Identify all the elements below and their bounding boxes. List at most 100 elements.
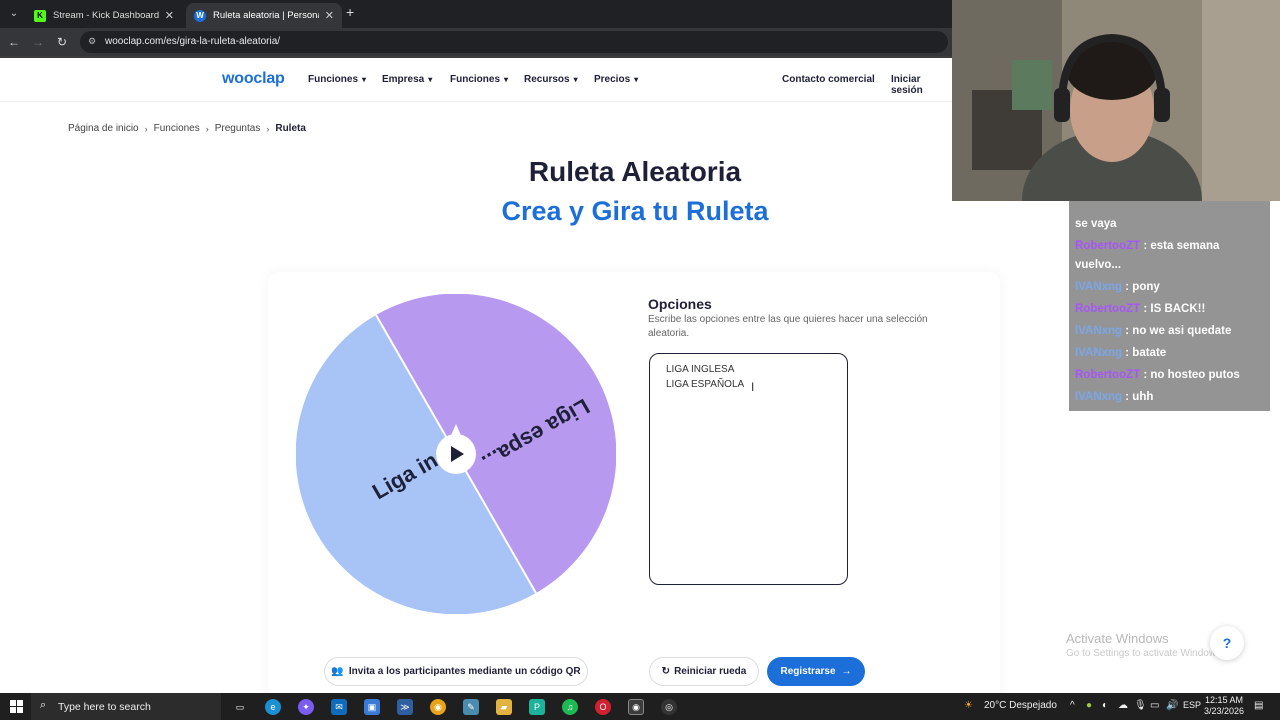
chat-text: : no hosteo putos [1143, 369, 1240, 381]
tab-title: Ruleta aleatoria | Personaliza y g [213, 10, 319, 21]
copilot-icon[interactable]: ✦ [298, 699, 314, 715]
chat-text: : pony [1125, 281, 1160, 293]
chat-username: IVANxng [1075, 391, 1123, 403]
forward-icon[interactable]: → [30, 34, 46, 50]
nav-label: Recursos [524, 74, 570, 85]
chat-username: IVANxng [1075, 325, 1123, 337]
webcam-feed [952, 0, 1280, 201]
language-indicator[interactable]: ESP [1183, 700, 1201, 710]
breadcrumb-current: Ruleta [275, 123, 306, 134]
taskbar-search-input[interactable]: ⌕ Type here to search [31, 693, 221, 720]
options-textarea[interactable]: LIGA INGLESA LIGA ESPAÑOLA [649, 353, 848, 585]
button-label: Registrarse [780, 666, 836, 677]
url-input[interactable]: ⚙ wooclap.com/es/gira-la-ruleta-aleatori… [80, 31, 948, 53]
nav-recursos[interactable]: Recursos ▾ [524, 74, 578, 85]
volume-icon[interactable]: 🔊 [1166, 700, 1178, 711]
stream-chat-overlay: se vaya RobertooZT : esta semana vuelvo.… [1069, 201, 1270, 411]
chat-text: : no we asi quedate [1125, 325, 1232, 337]
taskbar-clock[interactable]: 12:15 AM 3/23/2026 [1204, 695, 1244, 717]
chat-username: RobertooZT [1075, 303, 1141, 315]
wooclap-logo[interactable]: wooclap [222, 70, 285, 88]
weather-text[interactable]: 20°C Despejado [984, 700, 1057, 711]
button-label: Invita a los participantes mediante un c… [348, 666, 581, 677]
reload-icon[interactable]: ↻ [54, 34, 70, 50]
nav-label: Precios [594, 74, 631, 85]
nav-precios[interactable]: Precios ▾ [594, 74, 638, 85]
edge-icon[interactable]: e [265, 699, 281, 715]
tray-chevron-icon[interactable]: ^ [1070, 700, 1075, 711]
tray-app-icon[interactable]: ● [1086, 700, 1092, 711]
tab-kick-dashboard[interactable]: K Stream - Kick Dashboard ✕ [26, 3, 182, 28]
tab-close-icon[interactable]: ✕ [165, 9, 174, 22]
new-tab-icon[interactable]: + [346, 4, 354, 20]
opera-icon[interactable]: O [595, 699, 611, 715]
chevron-down-icon: ▾ [573, 75, 578, 84]
app-icon[interactable]: P [529, 699, 545, 715]
nav-funciones-2[interactable]: Funciones ▾ [450, 74, 508, 85]
register-button[interactable]: Registrarse → [767, 657, 865, 686]
search-icon: ⌕ [40, 699, 47, 711]
clock-date: 3/23/2026 [1204, 706, 1245, 716]
vscode-icon[interactable]: ≫ [397, 699, 413, 715]
chevron-right-icon: › [205, 123, 209, 134]
chat-text: : batate [1125, 347, 1167, 359]
network-icon[interactable]: ▭ [1150, 700, 1159, 711]
option-line: LIGA ESPAÑOLA [666, 379, 745, 390]
help-button[interactable]: ? [1210, 626, 1244, 660]
chat-username: RobertooZT [1075, 240, 1141, 252]
windows-start-icon[interactable] [10, 700, 23, 713]
chevron-down-icon: ▾ [362, 75, 367, 84]
notepad-icon[interactable]: ✎ [463, 699, 479, 715]
contact-sales-link[interactable]: Contacto comercial [782, 74, 875, 85]
breadcrumb-home[interactable]: Página de inicio [68, 123, 139, 134]
site-info-icon[interactable]: ⚙ [88, 36, 100, 48]
breadcrumb-funciones[interactable]: Funciones [154, 123, 200, 134]
chat-message: IVANxng : pony [1075, 278, 1264, 297]
chat-message: RobertooZT : no hosteo putos [1075, 366, 1264, 385]
tab-title: Stream - Kick Dashboard [53, 10, 159, 21]
chat-message: se vaya [1075, 215, 1264, 234]
back-icon[interactable]: ← [6, 34, 22, 50]
chrome-icon[interactable]: ◉ [430, 699, 446, 715]
options-description: Escribe las opciones entre las que quier… [648, 314, 928, 339]
store-icon[interactable]: ▣ [364, 699, 380, 715]
chevron-down-icon: ▾ [504, 75, 509, 84]
chevron-right-icon: › [266, 123, 270, 134]
chat-text: se vaya [1075, 218, 1117, 230]
login-link[interactable]: Iniciar sesión [891, 74, 952, 96]
notifications-icon[interactable]: ▤ [1254, 700, 1263, 711]
mail-icon[interactable]: ✉ [331, 699, 347, 715]
obs-icon[interactable]: ◎ [661, 699, 677, 715]
spotify-icon[interactable]: ♫ [562, 699, 578, 715]
chrome-active-icon[interactable]: ◉ [628, 699, 644, 715]
tray-app-icon[interactable]: ◐ [1102, 700, 1108, 711]
chat-message: IVANxng : batate [1075, 344, 1264, 363]
tab-ruleta[interactable]: W Ruleta aleatoria | Personaliza y g ✕ [186, 3, 342, 28]
activate-windows-subtitle: Go to Settings to activate Windows. [1066, 648, 1224, 659]
text-cursor-icon: I [751, 380, 755, 394]
tab-search-chevron-icon[interactable]: ⌄ [4, 4, 24, 24]
option-line: LIGA INGLESA [666, 364, 735, 375]
file-explorer-icon[interactable]: ▰ [496, 699, 512, 715]
search-placeholder: Type here to search [58, 701, 151, 713]
nav-funciones[interactable]: Funciones ▾ [308, 74, 366, 85]
chat-text: : IS BACK!! [1143, 303, 1206, 315]
reset-wheel-button[interactable]: ↻ Reiniciar rueda [649, 657, 759, 686]
kick-favicon-icon: K [34, 9, 46, 22]
breadcrumb-preguntas[interactable]: Preguntas [215, 123, 261, 134]
nav-label: Funciones [450, 74, 501, 85]
nav-label: Funciones [308, 74, 359, 85]
nav-label: Empresa [382, 74, 425, 85]
chat-text: : uhh [1125, 391, 1154, 403]
users-icon: 👥 [331, 666, 344, 677]
tab-close-icon[interactable]: ✕ [325, 9, 334, 22]
task-view-icon[interactable]: ▭ [232, 699, 248, 715]
activate-windows-title: Activate Windows [1066, 631, 1169, 646]
invite-qr-button[interactable]: 👥 Invita a los participantes mediante un… [324, 657, 588, 686]
cloud-icon[interactable]: ☁ [1118, 700, 1128, 711]
chevron-down-icon: ▾ [634, 75, 639, 84]
breadcrumb: Página de inicio › Funciones › Preguntas… [68, 123, 306, 134]
spin-wheel[interactable]: Liga ingl... Liga espa... [296, 294, 616, 614]
mic-icon[interactable]: 🎙 [1134, 700, 1147, 711]
nav-empresa[interactable]: Empresa ▾ [382, 74, 432, 85]
